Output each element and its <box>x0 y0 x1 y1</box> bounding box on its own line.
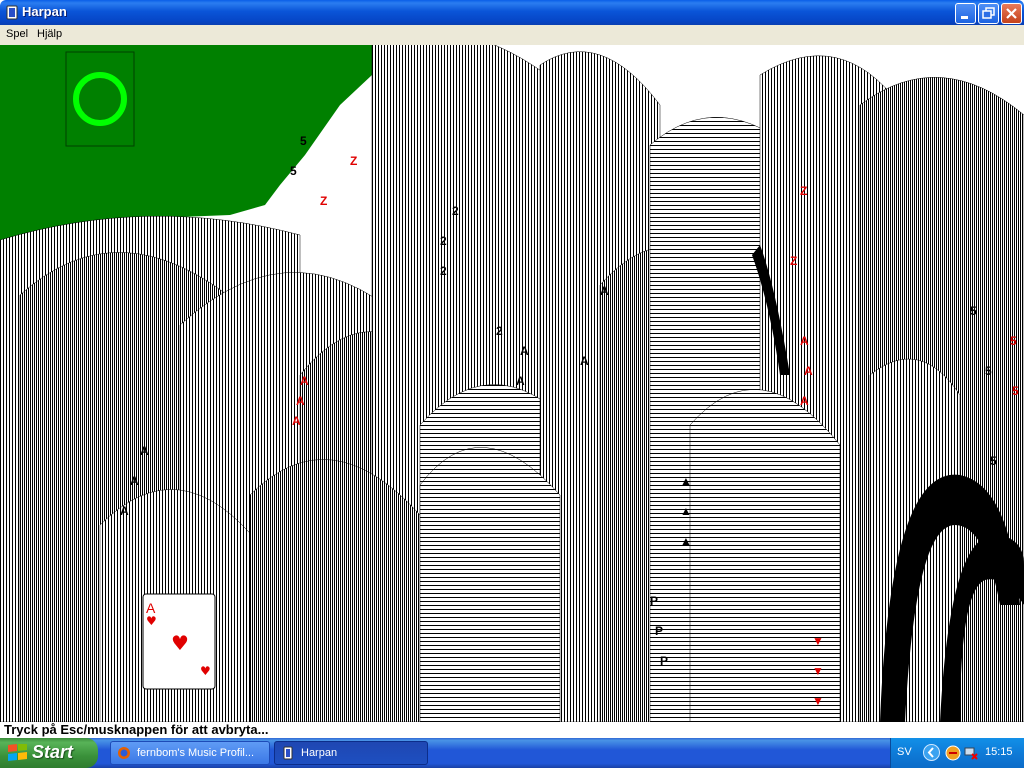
svg-text:5: 5 <box>1010 334 1017 348</box>
network-disconnected-icon[interactable] <box>963 745 979 761</box>
svg-text:Z: Z <box>350 154 357 168</box>
taskbar-item-label: Harpan <box>301 747 338 759</box>
svg-text:A: A <box>140 444 149 458</box>
menu-bar: Spel Hjälp <box>0 25 1024 45</box>
minimize-button[interactable] <box>955 3 976 24</box>
show-hidden-icons-button[interactable] <box>923 744 940 761</box>
svg-text:▼: ▼ <box>812 664 824 678</box>
status-text: Tryck på Esc/musknappen för att avbryta.… <box>4 722 269 737</box>
svg-text:A: A <box>800 394 809 408</box>
security-shield-icon[interactable] <box>945 745 961 761</box>
svg-text:Z: Z <box>320 194 327 208</box>
svg-text:2: 2 <box>440 264 447 278</box>
maximize-button[interactable] <box>978 3 999 24</box>
svg-text:A: A <box>800 334 809 348</box>
menu-spel[interactable]: Spel <box>6 28 28 40</box>
svg-text:5: 5 <box>970 304 977 318</box>
svg-text:A: A <box>292 414 301 428</box>
title-bar[interactable]: Harpan <box>0 0 1024 25</box>
svg-text:P: P <box>655 624 663 638</box>
svg-text:Z: Z <box>800 184 807 198</box>
start-label: Start <box>32 742 74 762</box>
card-suit-small: ♥ <box>146 614 157 628</box>
svg-text:5: 5 <box>290 164 297 178</box>
svg-text:A: A <box>296 394 305 408</box>
svg-text:2: 2 <box>452 204 459 218</box>
close-button[interactable] <box>1001 3 1022 24</box>
svg-text:Z: Z <box>790 254 797 268</box>
harpan-app-icon <box>6 5 18 20</box>
svg-text:▼: ▼ <box>812 694 824 708</box>
svg-text:5: 5 <box>300 134 307 148</box>
svg-text:A: A <box>520 344 529 358</box>
svg-text:P: P <box>650 594 658 608</box>
taskbar-item-firefox[interactable]: fernbom's Music Profil... <box>110 741 270 765</box>
language-indicator[interactable]: SV <box>897 746 912 758</box>
window-title: Harpan <box>22 4 67 19</box>
svg-text:5: 5 <box>1012 384 1019 398</box>
taskbar-item-harpan[interactable]: Harpan <box>274 741 428 765</box>
svg-text:A: A <box>804 364 813 378</box>
svg-text:A: A <box>300 374 309 388</box>
start-button[interactable]: Start <box>0 738 98 768</box>
menu-hjalp[interactable]: Hjälp <box>37 28 62 40</box>
svg-text:A: A <box>130 474 139 488</box>
svg-text:A: A <box>120 504 129 518</box>
clock: 15:15 <box>985 746 1013 758</box>
taskbar-item-label: fernbom's Music Profil... <box>137 747 255 759</box>
minimize-icon <box>961 16 968 19</box>
chevron-left-icon <box>927 747 934 758</box>
heart-icon: ♥ <box>171 631 189 655</box>
restore-icon <box>982 7 995 19</box>
svg-text:▲: ▲ <box>680 504 692 518</box>
svg-text:5: 5 <box>985 364 992 378</box>
system-tray: SV 15:15 <box>890 738 1024 768</box>
svg-text:▼: ▼ <box>812 634 824 648</box>
svg-text:▲: ▲ <box>680 534 692 548</box>
taskbar: Start fernbom's Music Profil... Harpan S… <box>0 738 1024 768</box>
card-suit-small-bottom: ♥ <box>200 664 211 678</box>
svg-text:5: 5 <box>990 454 997 468</box>
ace-of-hearts-card[interactable]: A ♥ ♥ ♥ <box>142 593 216 690</box>
svg-text:2: 2 <box>496 324 503 338</box>
firefox-icon <box>118 747 130 759</box>
svg-text:P: P <box>660 654 668 668</box>
game-area[interactable]: A A A A A A A A A A 5 5 5 5 5 5 5 2 2 2 … <box>0 45 1024 722</box>
close-icon <box>1006 8 1017 19</box>
card-cascade-canvas: A A A A A A A A A A 5 5 5 5 5 5 5 2 2 2 … <box>0 45 1024 722</box>
green-felt <box>0 45 372 240</box>
windows-logo-icon <box>8 744 27 761</box>
harpan-card-icon <box>283 746 293 760</box>
svg-text:A: A <box>580 354 589 368</box>
svg-text:2: 2 <box>440 234 447 248</box>
svg-text:A: A <box>600 284 609 298</box>
svg-text:A: A <box>516 374 525 388</box>
status-bar: Tryck på Esc/musknappen för att avbryta.… <box>0 722 1024 738</box>
svg-text:▲: ▲ <box>680 474 692 488</box>
